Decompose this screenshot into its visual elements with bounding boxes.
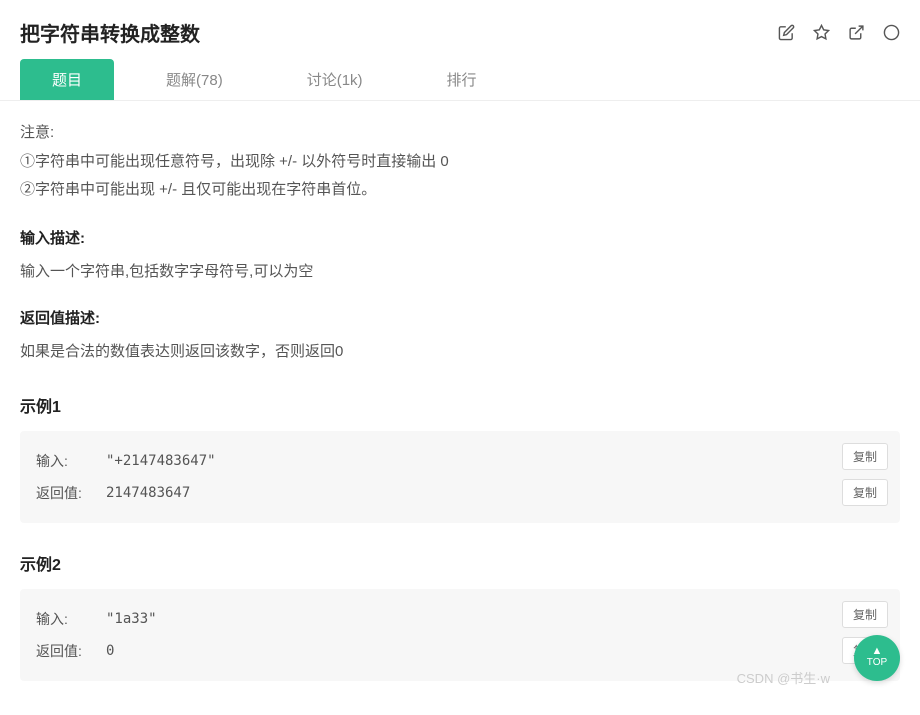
scroll-top-button[interactable]: ▲ TOP	[854, 635, 900, 681]
input-description: 输入一个字符串,包括数字字母符号,可以为空	[20, 258, 900, 285]
input-heading: 输入描述:	[20, 227, 900, 248]
return-heading: 返回值描述:	[20, 307, 900, 328]
example-2-title: 示例2	[20, 551, 900, 575]
notice-label: 注意:	[20, 119, 900, 148]
more-icon[interactable]	[883, 24, 900, 41]
tab-solutions[interactable]: 题解(78)	[134, 59, 255, 100]
tab-rank[interactable]: 排行	[415, 59, 509, 100]
example-return-label: 返回值:	[36, 641, 106, 661]
notice-line-2: ②字符串中可能出现 +/- 且仅可能出现在字符串首位。	[20, 176, 900, 205]
page-title: 把字符串转换成整数	[20, 18, 200, 47]
star-icon[interactable]	[813, 24, 830, 41]
return-description: 如果是合法的数值表达则返回该数字，否则返回0	[20, 338, 900, 365]
tab-discuss[interactable]: 讨论(1k)	[275, 59, 395, 100]
tab-problem[interactable]: 题目	[20, 59, 114, 100]
example-return-value: 2147483647	[106, 485, 190, 501]
external-link-icon[interactable]	[848, 24, 865, 41]
example-return-value: 0	[106, 643, 114, 659]
copy-button[interactable]: 复制	[842, 601, 888, 628]
watermark: CSDN @书生·w	[737, 668, 830, 687]
example-input-label: 输入:	[36, 609, 106, 629]
copy-button[interactable]: 复制	[842, 443, 888, 470]
tabs-bar: 题目 题解(78) 讨论(1k) 排行	[0, 59, 920, 101]
edit-icon[interactable]	[778, 24, 795, 41]
arrow-up-icon: ▲	[872, 646, 883, 657]
example-1-box: 复制 复制 输入: "+2147483647" 返回值: 2147483647	[20, 431, 900, 523]
top-label: TOP	[867, 657, 887, 669]
example-1-title: 示例1	[20, 393, 900, 417]
example-input-value: "1a33"	[106, 611, 157, 627]
notice-line-1: ①字符串中可能出现任意符号，出现除 +/- 以外符号时直接输出 0	[20, 148, 900, 177]
example-input-label: 输入:	[36, 451, 106, 471]
example-return-label: 返回值:	[36, 483, 106, 503]
example-input-value: "+2147483647"	[106, 453, 216, 469]
copy-button[interactable]: 复制	[842, 479, 888, 506]
